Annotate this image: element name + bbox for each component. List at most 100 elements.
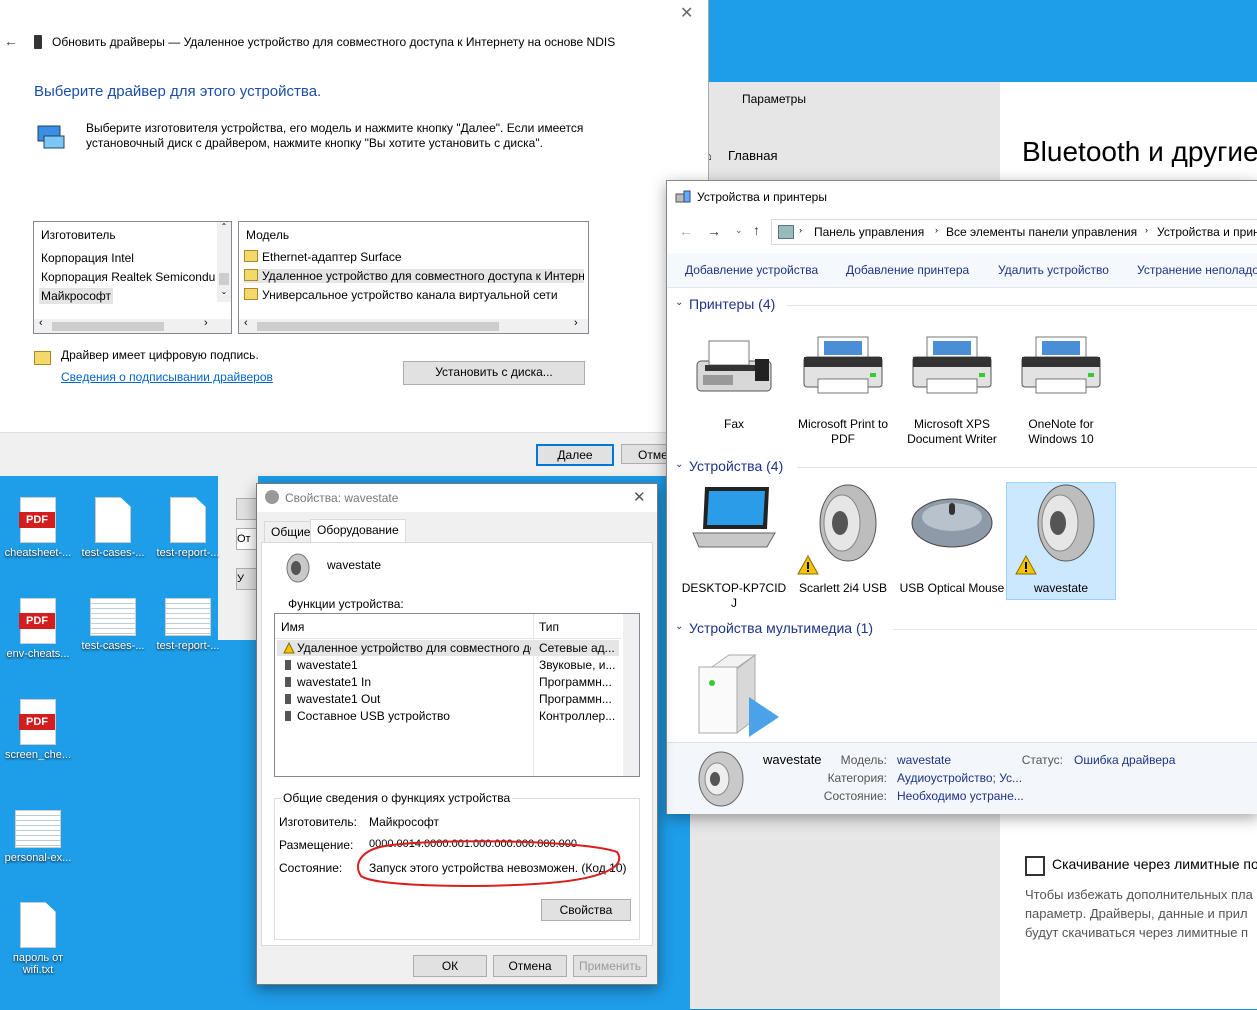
desktop-icon-label: test-cases-... [81,640,145,652]
devices-section-header[interactable]: Устройства (4) [689,458,783,474]
breadcrumb-item[interactable]: Панель управления [814,225,924,239]
chevron-down-icon[interactable]: ⌄ [675,459,683,470]
device-label: wavestate [1033,581,1089,595]
function-name: Удаленное устройство для совместного до.… [297,641,531,655]
wizard-title: Обновить драйверы — Удаленное устройство… [52,35,616,49]
table-row[interactable]: Удаленное устройство для совместного до.… [277,640,619,656]
functions-list[interactable]: Имя Тип Удаленное устройство для совмест… [274,613,640,777]
back-arrow-icon[interactable]: ← [679,223,693,239]
wizard-footer: Далее Отме [0,432,708,476]
manufacturer-list[interactable]: Изготовитель Корпорация Intel Корпорация … [33,221,232,334]
list-item[interactable]: Универсальное устройство канала виртуаль… [244,288,584,302]
device-item[interactable]: Scarlett 2i4 USB [789,483,897,599]
chevron-down-icon[interactable]: ⌄ [735,225,743,236]
command-bar: Добавление устройства Добавление принтер… [667,253,1257,288]
speaker-icon [282,553,312,583]
device-item[interactable]: DESKTOP-KP7CIDJ [680,483,788,610]
horizontal-scrollbar[interactable]: ‹ › [34,317,231,333]
list-item[interactable]: Корпорация Realtek Semicondu [39,269,217,285]
desktop-icon[interactable]: PDF cheatsheet-... [2,497,74,559]
printer-item[interactable]: Fax [680,331,788,432]
horizontal-scrollbar[interactable]: ‹ › [239,317,588,333]
signed-text: Драйвер имеет цифровую подпись. [61,348,259,362]
document-file-icon [170,497,206,543]
add-printer-button[interactable]: Добавление принтера [846,263,969,277]
desktop-icon-label: env-cheats... [6,648,70,660]
col-type[interactable]: Тип [539,620,559,634]
driver-update-wizard: ✕ ← Обновить драйверы — Удаленное устрой… [0,0,709,476]
device-label: OneNote for Windows 10 [1028,417,1094,446]
home-nav[interactable]: Главная [728,148,777,163]
device-label: DESKTOP-KP7CIDJ [681,581,787,610]
hardware-icon [36,124,66,150]
apply-button[interactable]: Применить [573,955,647,977]
troubleshoot-button[interactable]: Устранение неполадо [1137,263,1257,277]
details-pane: wavestate Модель: wavestate Категория: А… [667,742,1257,814]
table-row[interactable]: wavestate1 In Программн... [277,674,619,690]
media-server-icon[interactable] [691,647,791,741]
printers-section-header[interactable]: Принтеры (4) [689,296,775,312]
breadcrumb-item[interactable]: Все элементы панели управления [946,225,1137,239]
chevron-down-icon[interactable]: ⌄ [675,621,683,632]
control-panel-icon [778,225,794,239]
function-name: wavestate1 In [297,675,372,689]
printer-item[interactable]: Microsoft XPS Document Writer [898,331,1006,447]
certificate-icon [244,250,258,262]
device-function-icon [283,710,293,722]
metered-note: Чтобы избежать дополнительных пла параме… [1025,887,1253,940]
desktop-icon[interactable]: personal-ex... [2,810,74,864]
list-header: Имя Тип [275,614,621,776]
device-properties-button[interactable]: Свойства [541,899,631,921]
list-item[interactable]: Корпорация Intel [39,250,136,266]
desktop-icon[interactable]: PDF screen_che... [2,699,74,761]
table-row[interactable]: wavestate1 Звуковые, и... [277,657,619,673]
function-name: wavestate1 [297,658,358,672]
printer-item[interactable]: OneNote for Windows 10 [1007,331,1115,447]
desktop-icon[interactable]: PDF env-cheats... [2,598,74,660]
col-name[interactable]: Имя [281,620,304,634]
printer-icon [898,331,1006,417]
forward-arrow-icon[interactable]: → [707,223,721,239]
next-button[interactable]: Далее [536,444,614,466]
multimedia-section-header[interactable]: Устройства мультимедиа (1) [689,620,873,636]
remove-device-button[interactable]: Удалить устройство [998,263,1109,277]
printer-item[interactable]: Microsoft Print to PDF [789,331,897,447]
breadcrumb-item[interactable]: Устройства и прин [1157,225,1257,239]
desktop-icon[interactable]: пароль от wifi.txt [2,902,74,976]
table-row[interactable]: wavestate1 Out Программн... [277,691,619,707]
list-item-label: Универсальное устройство канала виртуаль… [262,288,558,302]
list-item[interactable]: Ethernet-адаптер Surface [244,250,584,264]
vertical-scrollbar[interactable] [623,614,639,776]
category-label: Категория: [827,771,887,785]
device-item[interactable]: wavestate [1006,482,1116,600]
pdf-file-icon: PDF [19,598,56,644]
device-item[interactable]: USB Optical Mouse [898,483,1006,599]
desktop-icon[interactable]: test-cases-... [77,497,149,559]
metered-checkbox[interactable] [1025,856,1045,876]
vertical-scrollbar[interactable]: ⌃ ⌄ [217,222,231,302]
certificate-icon [34,351,51,365]
desktop-icon[interactable]: test-cases-... [77,598,149,652]
certificate-icon [244,269,258,281]
desktop-icon[interactable]: test-report-... [152,598,224,652]
chevron-down-icon[interactable]: ⌄ [675,297,683,308]
tab-hardware[interactable]: Оборудование [310,519,406,543]
cancel-button[interactable]: Отмена [493,955,567,977]
list-item[interactable]: Майкрософт [39,288,114,304]
printer-icon [1007,331,1115,417]
devices-window-title: Устройства и принтеры [697,190,827,204]
ok-button[interactable]: ОК [413,955,487,977]
have-disk-button[interactable]: Установить с диска... [403,361,585,385]
desktop-icon[interactable]: test-report-... [152,497,224,559]
close-icon[interactable]: ✕ [680,3,693,23]
signing-info-link[interactable]: Сведения о подписывании драйверов [61,370,273,384]
add-device-button[interactable]: Добавление устройства [685,263,818,277]
close-icon[interactable]: ✕ [633,488,646,506]
model-list[interactable]: Модель Ethernet-адаптер Surface Удаленное… [238,221,589,334]
up-arrow-icon[interactable]: ↑ [753,222,760,238]
table-row[interactable]: Составное USB устройство Контроллер... [277,708,619,724]
back-arrow-icon[interactable]: ← [4,33,18,49]
function-name: Составное USB устройство [297,709,450,723]
list-item[interactable]: Удаленное устройство для совместного дос… [244,269,584,283]
breadcrumb[interactable]: › Панель управления › Все элементы панел… [771,219,1257,245]
